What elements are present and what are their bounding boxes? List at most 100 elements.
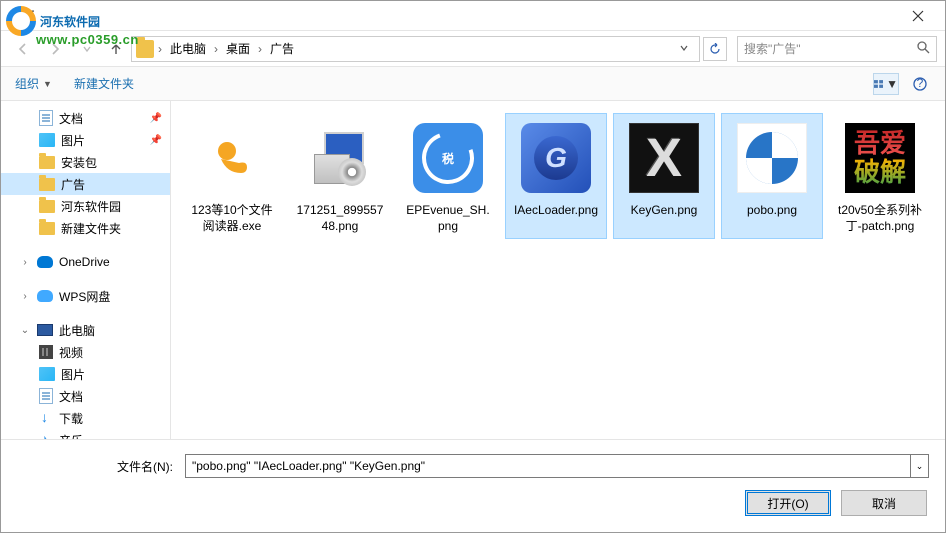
sidebar-wps[interactable]: › WPS网盘 bbox=[1, 285, 170, 307]
sidebar-item-label: 此电脑 bbox=[59, 322, 95, 339]
file-item-3[interactable]: G IAecLoader.png bbox=[505, 113, 607, 239]
organize-label: 组织 bbox=[15, 75, 39, 92]
file-thumbnail: G bbox=[516, 118, 596, 198]
file-item-0[interactable]: 123等10个文件阅读器.exe bbox=[181, 113, 283, 239]
file-thumbnail: 吾爱破解 bbox=[840, 118, 920, 198]
expand-icon: › bbox=[19, 257, 31, 268]
chevron-right-icon: › bbox=[156, 42, 164, 56]
breadcrumb[interactable]: › 此电脑 › 桌面 › 广告 bbox=[131, 36, 700, 62]
search-input[interactable] bbox=[744, 42, 917, 56]
sidebar-item-4[interactable]: 河东软件园 bbox=[1, 195, 170, 217]
sidebar-item-label: 文档 bbox=[59, 388, 83, 405]
new-folder-button[interactable]: 新建文件夹 bbox=[72, 71, 136, 96]
breadcrumb-seg-desktop[interactable]: 桌面 bbox=[222, 37, 254, 61]
file-thumbnail bbox=[732, 118, 812, 198]
pic-icon bbox=[39, 367, 55, 381]
organize-button[interactable]: 组织 ▼ bbox=[13, 71, 54, 96]
sidebar-item-label: 河东软件园 bbox=[61, 198, 121, 215]
file-thumbnail: 税 bbox=[408, 118, 488, 198]
search-icon bbox=[917, 41, 930, 57]
breadcrumb-dropdown[interactable] bbox=[673, 42, 695, 56]
folder-icon bbox=[136, 40, 154, 58]
chevron-right-icon: › bbox=[256, 42, 264, 56]
file-label: 123等10个文件阅读器.exe bbox=[186, 202, 278, 234]
wps-icon bbox=[37, 290, 53, 302]
sidebar-item-label: OneDrive bbox=[59, 255, 110, 269]
sidebar-item-3[interactable]: 广告 bbox=[1, 173, 170, 195]
music-icon bbox=[39, 433, 53, 439]
sidebar-item-2[interactable]: 安装包 bbox=[1, 151, 170, 173]
sidebar-thispc[interactable]: ⌄ 此电脑 bbox=[1, 319, 170, 341]
pic-icon bbox=[39, 133, 55, 147]
onedrive-icon bbox=[37, 256, 53, 268]
file-label: t20v50全系列补丁-patch.png bbox=[834, 202, 926, 234]
sidebar-pc-item-4[interactable]: 音乐 bbox=[1, 429, 170, 439]
folder-icon bbox=[39, 222, 55, 235]
sidebar-item-0[interactable]: 文档📌 bbox=[1, 107, 170, 129]
sidebar-item-label: 下载 bbox=[59, 410, 83, 427]
file-label: pobo.png bbox=[747, 202, 797, 218]
close-icon bbox=[912, 10, 924, 22]
nav-up-button[interactable] bbox=[105, 38, 127, 60]
open-dialog: 打开 › 此电脑 › 桌面 › 广告 组织▼ 新建文件夹 ▼ ? bbox=[0, 0, 946, 533]
sidebar-item-label: 视频 bbox=[59, 344, 83, 361]
file-label: 171251_8995574‎8.png bbox=[294, 202, 386, 234]
breadcrumb-seg-thispc[interactable]: 此电脑 bbox=[166, 37, 210, 61]
sidebar-pc-item-3[interactable]: 下载 bbox=[1, 407, 170, 429]
toolbar: 组织 ▼ 新建文件夹 ▼ ? bbox=[1, 67, 945, 101]
file-thumbnail: X bbox=[624, 118, 704, 198]
chevron-down-icon: ▼ bbox=[886, 77, 898, 91]
chevron-right-icon: › bbox=[212, 42, 220, 56]
file-item-1[interactable]: 171251_8995574‎8.png bbox=[289, 113, 391, 239]
download-icon bbox=[39, 411, 53, 425]
help-button[interactable]: ? bbox=[907, 73, 933, 95]
sidebar-pc-item-2[interactable]: 文档 bbox=[1, 385, 170, 407]
cancel-button-label: 取消 bbox=[872, 495, 896, 512]
new-folder-label: 新建文件夹 bbox=[74, 75, 134, 92]
cancel-button[interactable]: 取消 bbox=[841, 490, 927, 516]
file-label: EPEvenue_SH.p‎ng bbox=[402, 202, 494, 234]
folder-icon bbox=[39, 200, 55, 213]
sidebar-pc-item-0[interactable]: 视频 bbox=[1, 341, 170, 363]
nav-recent-button[interactable] bbox=[73, 35, 101, 63]
filename-input[interactable] bbox=[185, 454, 911, 478]
open-button[interactable]: 打开(O) bbox=[745, 490, 831, 516]
folder-icon bbox=[39, 156, 55, 169]
file-item-5[interactable]: pobo.png bbox=[721, 113, 823, 239]
file-list[interactable]: 123等10个文件阅读器.exe 171251_8995574‎8.png 税 EPE… bbox=[171, 101, 945, 439]
filename-label: 文件名(N): bbox=[17, 458, 177, 475]
sidebar-item-label: WPS网盘 bbox=[59, 288, 110, 305]
file-item-6[interactable]: 吾爱破解 t20v50全系列补丁-patch.png bbox=[829, 113, 931, 239]
filename-dropdown[interactable]: ⌄ bbox=[911, 454, 929, 478]
sidebar[interactable]: 文档📌图片📌安装包广告河东软件园新建文件夹 ›OneDrive ›WPS网盘 ⌄… bbox=[1, 101, 171, 439]
video-icon bbox=[39, 345, 53, 359]
sidebar-item-label: 广告 bbox=[61, 176, 85, 193]
sidebar-item-label: 新建文件夹 bbox=[61, 220, 121, 237]
search-box[interactable] bbox=[737, 36, 937, 62]
sidebar-item-label: 音乐 bbox=[59, 432, 83, 440]
close-button[interactable] bbox=[895, 2, 941, 30]
collapse-icon: ⌄ bbox=[19, 325, 31, 336]
sidebar-item-1[interactable]: 图片📌 bbox=[1, 129, 170, 151]
doc-icon bbox=[39, 388, 53, 404]
refresh-button[interactable] bbox=[703, 37, 727, 61]
file-item-2[interactable]: 税 EPEvenue_SH.p‎ng bbox=[397, 113, 499, 239]
sidebar-item-5[interactable]: 新建文件夹 bbox=[1, 217, 170, 239]
pin-icon: 📌 bbox=[150, 135, 162, 146]
view-mode-button[interactable]: ▼ bbox=[873, 73, 899, 95]
svg-text:?: ? bbox=[917, 77, 924, 90]
nav-row: › 此电脑 › 桌面 › 广告 bbox=[1, 31, 945, 67]
sidebar-onedrive[interactable]: › OneDrive bbox=[1, 251, 170, 273]
sidebar-pc-item-1[interactable]: 图片 bbox=[1, 363, 170, 385]
nav-forward-button[interactable] bbox=[41, 35, 69, 63]
sidebar-item-label: 安装包 bbox=[61, 154, 97, 171]
file-item-4[interactable]: XKeyGen.png bbox=[613, 113, 715, 239]
sidebar-item-label: 图片 bbox=[61, 366, 85, 383]
sidebar-item-label: 文档 bbox=[59, 110, 83, 127]
file-thumbnail bbox=[300, 118, 380, 198]
breadcrumb-seg-current[interactable]: 广告 bbox=[266, 37, 298, 61]
nav-back-button[interactable] bbox=[9, 35, 37, 63]
expand-icon: › bbox=[19, 291, 31, 302]
chevron-down-icon: ▼ bbox=[43, 79, 52, 89]
file-label: IAecLoader.png bbox=[514, 202, 598, 218]
